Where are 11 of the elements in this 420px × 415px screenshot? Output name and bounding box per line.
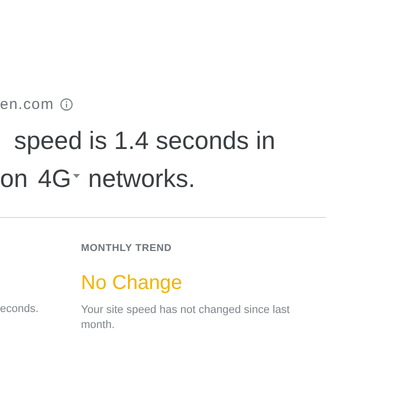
caret-icon	[73, 174, 80, 178]
headline-text: on	[0, 164, 28, 195]
headline-text: networks.	[88, 164, 196, 195]
network-dropdown[interactable]: 4G	[36, 163, 80, 195]
headline-text: speed is 1.4 seconds in	[14, 126, 276, 157]
section-heading: MONTHLY TREND	[81, 242, 173, 256]
site-domain: en.com	[0, 96, 54, 112]
summary-text: econds.	[0, 302, 40, 317]
trend-description: Your site speed has not changed since last month.	[81, 303, 291, 333]
info-icon[interactable]	[60, 98, 73, 110]
trend-status: No Change	[81, 271, 184, 295]
